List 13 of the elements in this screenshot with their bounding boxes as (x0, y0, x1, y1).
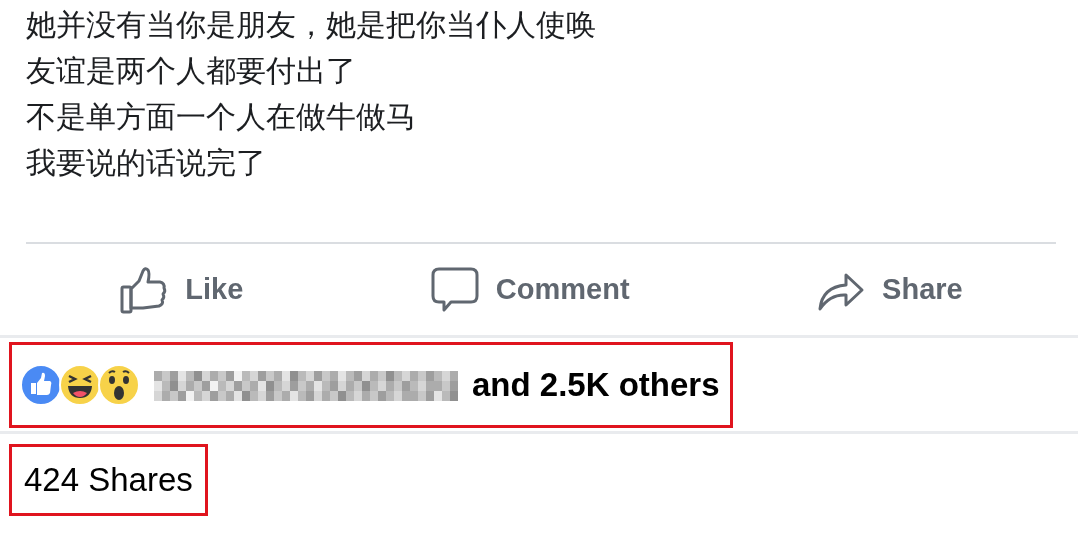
surprised-emoji-icon (98, 364, 140, 406)
laughing-emoji-icon (59, 364, 101, 406)
share-button[interactable]: Share (816, 264, 963, 315)
like-button[interactable]: Like (119, 264, 244, 315)
reactions-count: and 2.5K others (472, 365, 720, 406)
post-text-line: 我要说的话说完了 (26, 144, 266, 182)
reactions-summary[interactable]: and 2.5K others (9, 342, 733, 428)
like-reaction-icon (20, 364, 62, 406)
post-text-line: 友谊是两个人都要付出了 (26, 52, 356, 90)
comment-button[interactable]: Comment (429, 264, 630, 315)
post-text-line: 她并没有当你是朋友，她是把你当仆人使唤 (26, 6, 596, 44)
post-text-line: 不是单方面一个人在做牛做马 (26, 98, 416, 136)
shares-count[interactable]: 424 Shares (9, 444, 208, 516)
